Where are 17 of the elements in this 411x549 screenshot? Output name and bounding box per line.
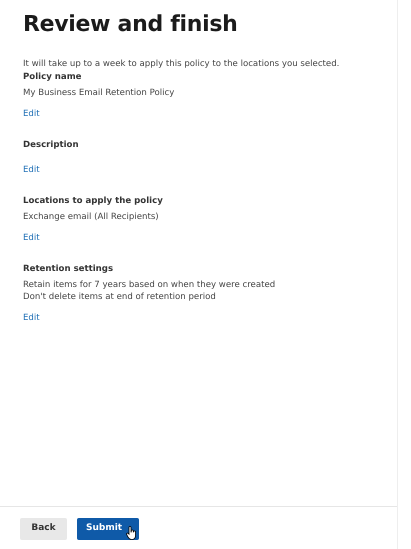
section-value: Exchange email (All Recipients) xyxy=(23,211,160,223)
intro-text: It will take up to a week to apply this policy to the locations you selected. xyxy=(23,58,340,71)
section-heading: Description xyxy=(23,139,80,152)
submit-button[interactable]: Submit xyxy=(77,518,139,540)
back-button[interactable]: Back xyxy=(20,518,67,540)
hand-cursor-icon xyxy=(126,526,137,540)
edit-link[interactable]: Edit xyxy=(23,164,40,177)
edit-link[interactable]: Edit xyxy=(23,108,40,121)
section-heading: Policy name xyxy=(23,71,82,84)
section-value: My Business Email Retention Policy xyxy=(23,87,176,99)
section-heading: Retention settings xyxy=(23,263,114,276)
page-title: Review and finish xyxy=(23,11,239,39)
edit-link[interactable]: Edit xyxy=(23,312,40,325)
section-value: Retain items for 7 years based on when they were created xyxy=(23,279,276,291)
section-heading: Locations to apply the policy xyxy=(23,195,164,208)
edit-link[interactable]: Edit xyxy=(23,232,40,245)
section-value: Don't delete items at end of retention period xyxy=(23,291,217,303)
